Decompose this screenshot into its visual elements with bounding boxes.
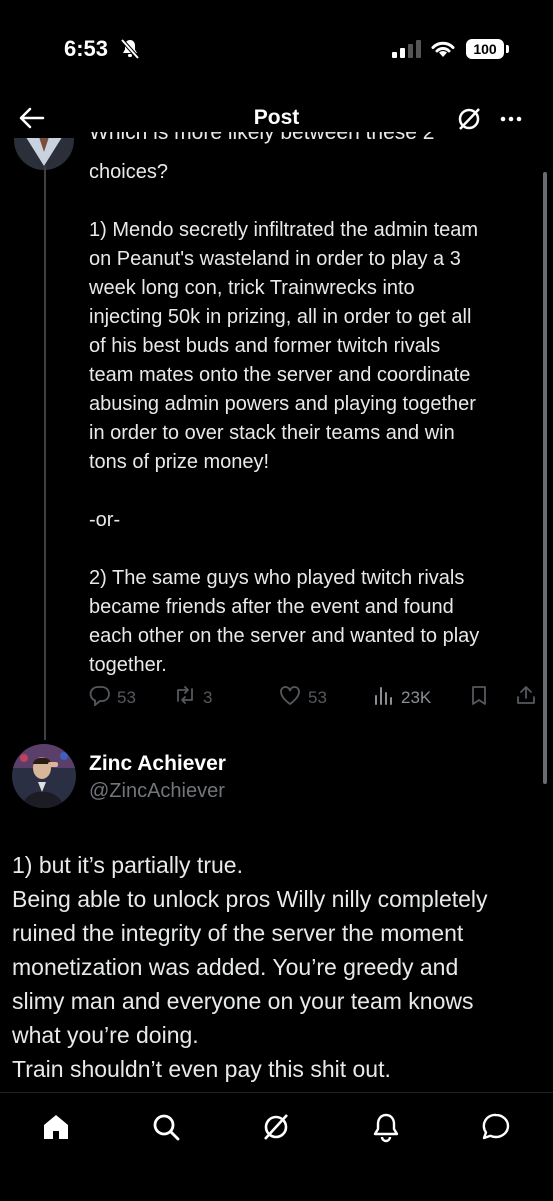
post-line-spacer — [89, 535, 539, 564]
reply-icon — [89, 684, 111, 711]
reply-author-avatar[interactable] — [12, 744, 76, 808]
post-actions: 53 3 53 23K — [89, 684, 549, 714]
reply-line: Train shouldn’t even pay this shit out. — [12, 1056, 391, 1082]
bell-slash-icon — [120, 38, 140, 65]
status-time: 6:53 — [64, 36, 109, 61]
post-line: in order to over stack their teams and w… — [89, 422, 455, 444]
post-line: 2) The same guys who played twitch rival… — [89, 567, 465, 589]
status-bar: 6:53 100 — [0, 0, 553, 100]
bookmark-button[interactable] — [469, 684, 489, 711]
post-line: abusing admin powers and playing togethe… — [89, 393, 476, 415]
post-line: tons of prize money! — [89, 451, 270, 473]
share-button[interactable] — [515, 684, 537, 711]
home-icon[interactable] — [40, 1111, 72, 1148]
reply-line: what you’re doing. — [12, 1022, 199, 1048]
search-icon[interactable] — [150, 1111, 182, 1148]
like-icon — [278, 684, 302, 711]
signal-icon — [392, 40, 422, 63]
post-line: together. — [89, 654, 167, 676]
battery-indicator: 100 — [466, 39, 504, 59]
reply-line: Being able to unlock pros Willy nilly co… — [12, 886, 488, 912]
post-line-spacer — [89, 477, 539, 506]
notifications-icon[interactable] — [370, 1111, 402, 1148]
share-icon — [515, 684, 537, 711]
post-line: of his best buds and former twitch rival… — [89, 335, 441, 357]
reply-line: 1) but it’s partially true. — [12, 852, 243, 878]
post-cutoff-line: Which is more likely between these 2 — [89, 132, 435, 144]
post-line: -or- — [89, 509, 121, 531]
post-line-spacer — [89, 187, 539, 216]
post-line: on Peanut's wasteland in order to play a… — [89, 248, 461, 270]
reply-author-name[interactable]: Zinc Achiever — [89, 752, 226, 776]
repost-button[interactable]: 3 — [173, 684, 212, 711]
wifi-icon — [430, 38, 456, 63]
post-line: became friends after the event and found — [89, 596, 454, 618]
reply-line: monetization was added. You’re greedy an… — [12, 954, 459, 980]
views-button[interactable]: 23K — [373, 684, 431, 711]
reply-line: ruined the integrity of the server the m… — [12, 920, 464, 946]
views-count: 23K — [401, 687, 432, 707]
repost-count: 3 — [203, 687, 213, 707]
post-line: each other on the server and wanted to p… — [89, 625, 480, 647]
post-line: injecting 50k in prizing, all in order t… — [89, 306, 472, 328]
reply-button[interactable]: 53 — [89, 684, 136, 711]
thread-connector — [44, 165, 46, 740]
post-line: team mates onto the server and coordinat… — [89, 364, 471, 386]
reply-line: slimy man and everyone on your team know… — [12, 988, 474, 1014]
grok-icon[interactable] — [260, 1111, 292, 1148]
reply-author-handle[interactable]: @ZincAchiever — [89, 780, 225, 803]
post-text: choices? 1) Mendo secretly infiltrated t… — [89, 158, 539, 680]
battery-nub — [506, 45, 509, 53]
repost-icon — [173, 684, 197, 711]
reply-count: 53 — [117, 687, 136, 707]
messages-icon[interactable] — [480, 1111, 512, 1148]
post-line: choices? — [89, 161, 168, 183]
like-count: 53 — [308, 687, 327, 707]
scrollbar[interactable] — [543, 172, 547, 784]
bottom-tab-bar — [0, 1092, 553, 1201]
post-line: 1) Mendo secretly infiltrated the admin … — [89, 219, 479, 241]
more-icon[interactable] — [498, 106, 524, 137]
like-button[interactable]: 53 — [278, 684, 327, 711]
reply-text: 1) but it’s partially true. Being able t… — [12, 848, 542, 1086]
bookmark-icon — [469, 684, 489, 711]
post-line: week long con, trick Trainwrecks into — [89, 277, 415, 299]
views-icon — [373, 684, 395, 711]
grok-icon[interactable] — [456, 106, 482, 137]
